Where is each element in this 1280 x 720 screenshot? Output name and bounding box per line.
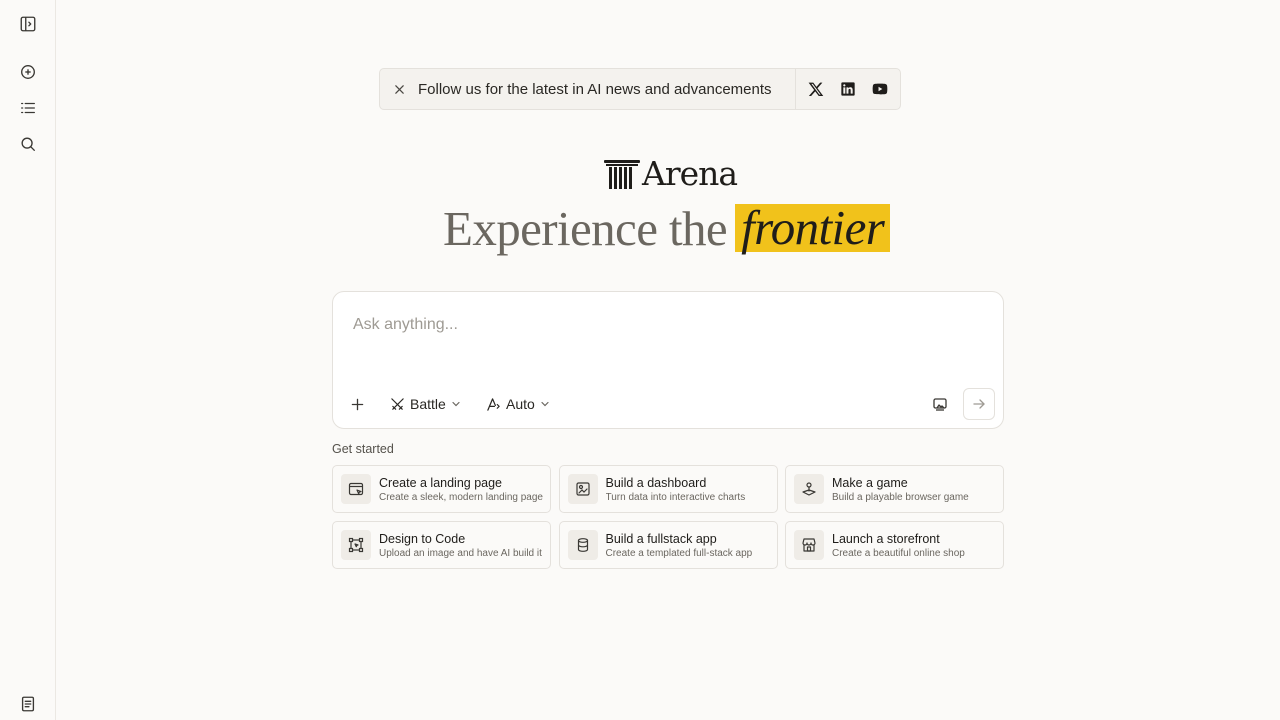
card-build-fullstack-app[interactable]: Build a fullstack app Create a templated…: [558, 521, 778, 569]
store-icon: [794, 530, 824, 560]
arena-logo: Arena: [604, 152, 738, 193]
card-design-to-code[interactable]: Design to Code Upload an image and have …: [332, 521, 551, 569]
frame-icon: [341, 530, 371, 560]
card-title: Build a dashboard: [605, 475, 707, 490]
sidebar: [0, 0, 56, 720]
chevron-down-icon: [452, 401, 460, 407]
get-started-label: Get started: [332, 442, 394, 456]
database-icon: [567, 530, 598, 560]
joystick-icon: [794, 474, 824, 504]
card-subtitle: Create a sleek, modern landing page: [379, 491, 543, 503]
linkedin-icon[interactable]: [832, 69, 864, 109]
starter-cards: Create a landing page Create a sleek, mo…: [332, 465, 1004, 569]
card-launch-storefront[interactable]: Launch a storefront Create a beautiful o…: [785, 521, 1004, 569]
logo-text: Arena: [642, 154, 738, 193]
card-create-landing-page[interactable]: Create a landing page Create a sleek, mo…: [332, 465, 551, 513]
send-button[interactable]: [963, 388, 995, 420]
chart-icon: [567, 474, 598, 504]
card-subtitle: Upload an image and have AI build it: [379, 547, 542, 559]
card-make-game[interactable]: Make a game Build a playable browser gam…: [785, 465, 1004, 513]
headline-prefix: Experience the: [443, 200, 728, 256]
toggle-sidebar-icon[interactable]: [16, 12, 40, 36]
card-title: Make a game: [832, 475, 908, 490]
auto-icon: [487, 397, 500, 411]
close-icon[interactable]: [380, 69, 418, 109]
prompt-composer: Battle Auto: [332, 291, 1004, 429]
model-label: Auto: [506, 396, 535, 412]
chevron-down-icon: [541, 401, 549, 407]
search-icon[interactable]: [16, 132, 40, 156]
card-subtitle: Create a beautiful online shop: [832, 547, 965, 559]
headline-highlight: frontier: [735, 203, 891, 252]
add-attachment-icon[interactable]: [347, 392, 367, 416]
card-subtitle: Create a templated full-stack app: [605, 547, 753, 559]
card-title: Build a fullstack app: [605, 531, 717, 546]
swords-icon: [391, 397, 404, 410]
pillar-icon: [604, 160, 640, 189]
youtube-icon[interactable]: [864, 69, 896, 109]
document-icon[interactable]: [16, 692, 40, 716]
image-upload-icon[interactable]: [929, 392, 951, 416]
follow-banner: Follow us for the latest in AI news and …: [379, 68, 901, 110]
prompt-input[interactable]: [353, 312, 953, 338]
x-icon[interactable]: [800, 69, 832, 109]
new-chat-icon[interactable]: [16, 60, 40, 84]
card-subtitle: Build a playable browser game: [832, 491, 969, 503]
history-list-icon[interactable]: [16, 96, 40, 120]
card-subtitle: Turn data into interactive charts: [605, 491, 746, 503]
hero-headline: Experience the frontier: [443, 200, 891, 256]
model-select[interactable]: Auto: [486, 392, 550, 416]
mode-label: Battle: [410, 396, 446, 412]
arrow-right-icon: [973, 399, 985, 409]
mode-select[interactable]: Battle: [390, 392, 461, 416]
card-title: Create a landing page: [379, 475, 503, 490]
card-title: Design to Code: [379, 531, 466, 546]
card-title: Launch a storefront: [832, 531, 940, 546]
card-build-dashboard[interactable]: Build a dashboard Turn data into interac…: [558, 465, 778, 513]
browser-icon: [341, 474, 371, 504]
banner-text: Follow us for the latest in AI news and …: [418, 80, 772, 98]
